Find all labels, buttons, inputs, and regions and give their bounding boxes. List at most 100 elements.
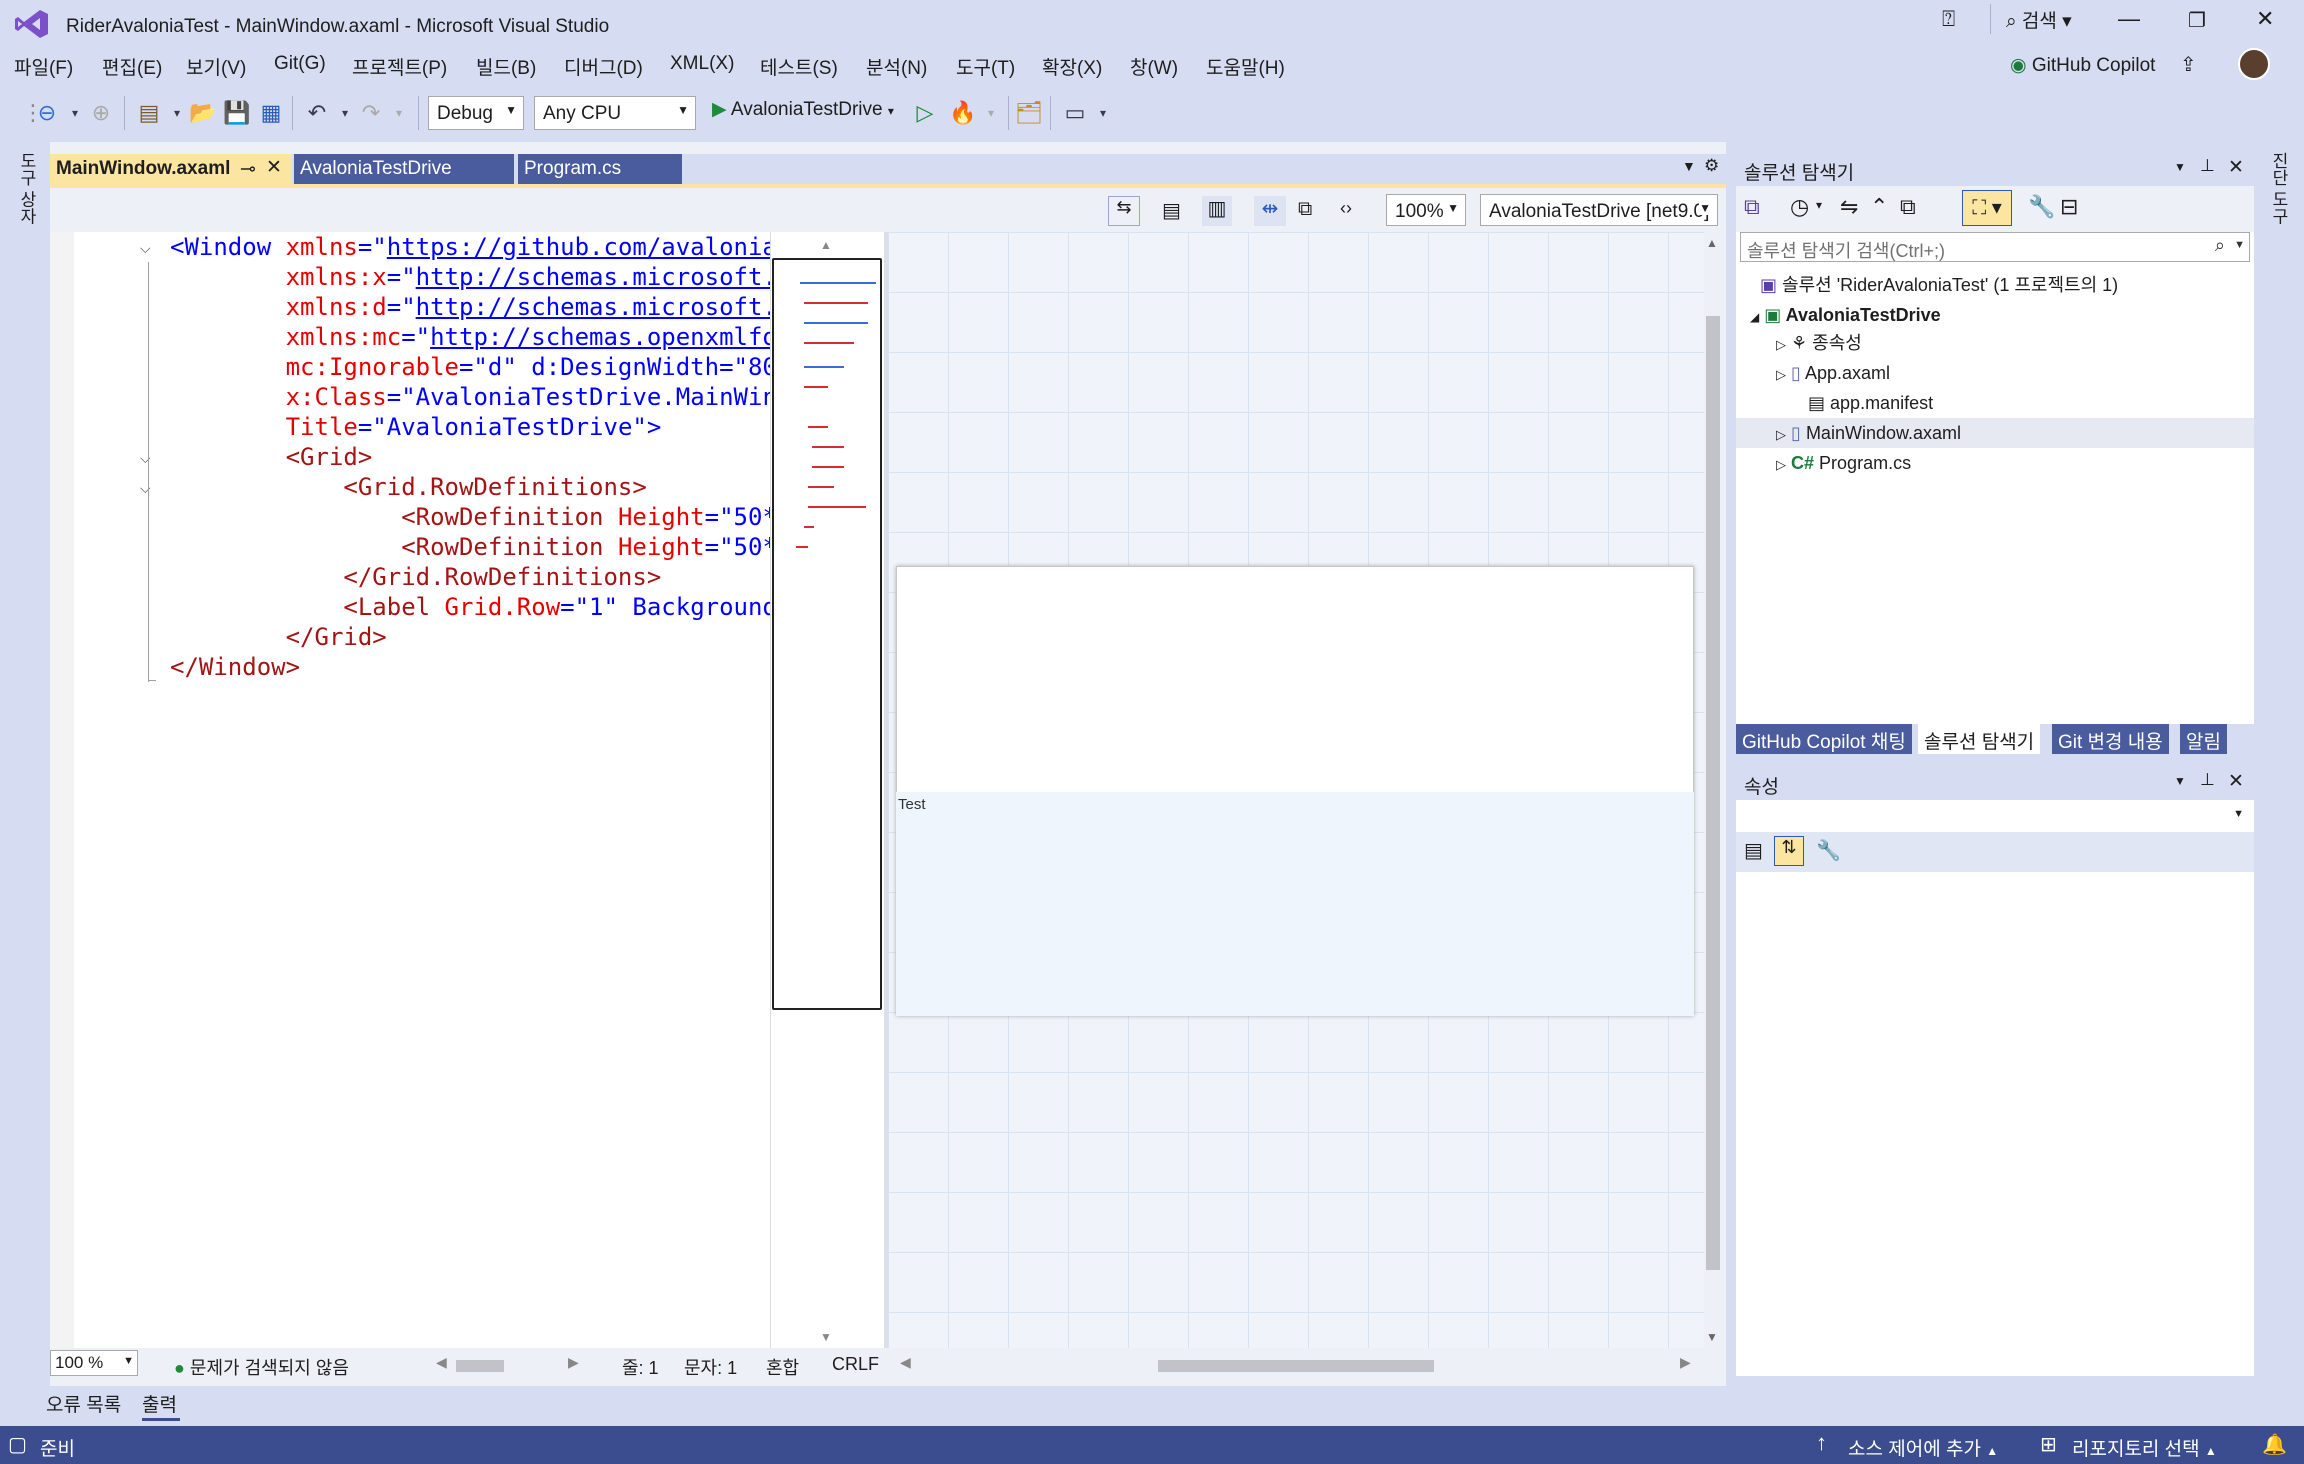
tree-item-app-axaml[interactable]: ▷ ▯ App.axaml xyxy=(1776,358,1890,388)
menu-git[interactable]: Git(G) xyxy=(274,53,326,75)
avatar[interactable] xyxy=(2238,48,2270,80)
chevron-down-icon[interactable]: ▾ xyxy=(1816,198,1822,212)
code-token[interactable]: http://schemas.openxmlfor xyxy=(430,323,791,351)
tab-settings-icon[interactable]: ⚙ xyxy=(1704,156,1719,176)
pin-icon[interactable]: ⊥ xyxy=(2200,770,2215,790)
fold-rowdefs-icon[interactable]: ⌵ xyxy=(140,480,151,497)
tree-project-node[interactable]: ◢ ▣ AvaloniaTestDrive xyxy=(1750,300,1941,330)
design-only-icon[interactable]: ⧉ xyxy=(1298,198,1312,221)
solution-search-input[interactable]: 솔루션 탐색기 검색(Ctrl+;) ⌕ ▼ xyxy=(1740,232,2250,262)
code-token[interactable]: http://schemas.microsoft.c xyxy=(416,263,792,291)
target-framework-select[interactable]: AvaloniaTestDrive [net9.0] ▼ xyxy=(1480,194,1718,226)
scroll-up-icon[interactable]: ▲ xyxy=(1706,236,1718,250)
notifications-bell-icon[interactable]: 🔔 xyxy=(2262,1432,2287,1457)
panel-options-icon[interactable]: ▼ xyxy=(2174,774,2186,788)
configuration-select[interactable]: Debug ▼ xyxy=(428,96,524,130)
tree-item-mainwindow-axaml[interactable]: ▷ ▯ MainWindow.axaml xyxy=(1776,418,1961,448)
menu-test[interactable]: 테스트(S) xyxy=(760,53,838,80)
tab-solution-explorer[interactable]: 솔루션 탐색기 xyxy=(1918,724,2041,754)
designer-vscroll-thumb[interactable] xyxy=(1706,316,1720,1270)
tab-list-dropdown-icon[interactable]: ▼ xyxy=(1682,158,1696,174)
swap-panes-icon[interactable]: ⇆ xyxy=(1108,196,1140,226)
pending-changes-icon[interactable]: ◷ xyxy=(1790,194,1809,220)
properties-object-select[interactable]: ▼ xyxy=(1736,800,2254,832)
issues-indicator[interactable]: ● 문제가 검색되지 않음 xyxy=(174,1354,349,1380)
forward-icon[interactable]: ⊕ xyxy=(86,98,116,128)
collapse-all-icon[interactable]: ⌃ xyxy=(1870,194,1888,220)
tab-output[interactable]: 출력 xyxy=(142,1390,177,1417)
menu-help[interactable]: 도움말(H) xyxy=(1206,53,1285,80)
column-indicator[interactable]: 문자: 1 xyxy=(684,1354,737,1380)
close-tab-icon[interactable]: ✕ xyxy=(266,156,282,179)
save-all-icon[interactable]: ▦ xyxy=(256,98,286,128)
redo-icon[interactable]: ↷ xyxy=(356,98,386,128)
diagnostics-side-tab[interactable]: 진단 도구 xyxy=(2266,152,2291,225)
switch-views-icon[interactable]: ⧉ xyxy=(1744,194,1760,220)
tab-mainwindow-axaml[interactable]: MainWindow.axaml ⊸ ✕ xyxy=(50,154,292,184)
line-indicator[interactable]: 줄: 1 xyxy=(622,1354,659,1380)
minimize-button[interactable]: — xyxy=(2118,6,2140,32)
filter-icon[interactable]: ⛶ ▾ xyxy=(1962,190,2012,226)
alphabetical-icon[interactable]: ⇅ xyxy=(1774,836,1804,866)
menu-debug[interactable]: 디버그(D) xyxy=(564,53,643,80)
menu-edit[interactable]: 편집(E) xyxy=(102,53,162,80)
designer-hscroll-thumb[interactable] xyxy=(1158,1360,1434,1372)
layout-icon[interactable]: ▭ xyxy=(1060,98,1090,128)
hot-reload-dropdown-icon[interactable]: ▾ xyxy=(976,98,1006,128)
feedback-icon[interactable]: ⍰ xyxy=(1942,6,1955,32)
scroll-down-icon[interactable]: ▼ xyxy=(1706,1330,1718,1344)
toolbox-side-tab[interactable]: 도구 상자 xyxy=(14,152,39,225)
hscroll-right-icon[interactable]: ▶ xyxy=(568,1354,579,1371)
editor-hscroll-thumb[interactable] xyxy=(456,1360,504,1372)
hscroll-left-icon[interactable]: ◀ xyxy=(436,1354,447,1371)
close-panel-icon[interactable]: ✕ xyxy=(2228,156,2244,179)
tab-git-changes[interactable]: Git 변경 내용 xyxy=(2052,724,2169,754)
menu-analyze[interactable]: 분석(N) xyxy=(866,53,927,80)
line-ending-indicator[interactable]: CRLF xyxy=(832,1354,879,1375)
tab-avaloniatestdrive[interactable]: AvaloniaTestDrive xyxy=(294,154,514,184)
fold-grid-icon[interactable]: ⌵ xyxy=(140,450,151,467)
menu-tools[interactable]: 도구(T) xyxy=(956,53,1015,80)
menu-view[interactable]: 보기(V) xyxy=(186,53,246,80)
minimap-scroll-up-icon[interactable]: ▲ xyxy=(820,238,832,252)
split-view-icon[interactable]: ⇹ xyxy=(1254,196,1286,226)
redo-dropdown-icon[interactable]: ▾ xyxy=(384,98,414,128)
hot-reload-icon[interactable]: 🔥 xyxy=(948,98,978,128)
select-repository-button[interactable]: 리포지토리 선택 ▲ xyxy=(2072,1434,2217,1461)
minimap-viewport[interactable] xyxy=(772,258,882,1010)
preview-label-row[interactable] xyxy=(896,792,1694,1016)
tab-error-list[interactable]: 오류 목록 xyxy=(46,1390,121,1417)
close-button[interactable]: ✕ xyxy=(2256,6,2274,32)
horizontal-split-icon[interactable]: ▤ xyxy=(1162,198,1181,223)
start-debug-button[interactable]: ▶ AvaloniaTestDrive ▾ xyxy=(712,98,894,121)
fold-window-icon[interactable]: ⌵ xyxy=(140,240,151,257)
tab-notifications[interactable]: 알림 xyxy=(2180,724,2227,754)
start-without-debug-icon[interactable]: ▷ xyxy=(910,98,940,128)
preview-icon[interactable]: ⊟ xyxy=(2060,194,2078,220)
panel-options-icon[interactable]: ▼ xyxy=(2174,160,2186,174)
platform-select[interactable]: Any CPU ▼ xyxy=(534,96,696,130)
menu-extensions[interactable]: 확장(X) xyxy=(1042,53,1102,80)
code-token[interactable]: https://github.com/avaloniau xyxy=(387,233,792,261)
code-only-icon[interactable]: ‹› xyxy=(1340,198,1352,219)
code-token[interactable]: http://schemas.microsoft.c xyxy=(416,293,792,321)
tab-program-cs[interactable]: Program.cs xyxy=(518,154,682,184)
open-folder-icon[interactable]: 📂 xyxy=(188,98,218,128)
menu-project[interactable]: 프로젝트(P) xyxy=(352,53,447,80)
pin-icon[interactable]: ⊸ xyxy=(240,158,256,181)
copilot-button[interactable]: ◉ GitHub Copilot xyxy=(2010,54,2155,77)
share-icon[interactable]: ⇪ xyxy=(2180,52,2197,77)
properties-icon[interactable]: 🔧 xyxy=(2028,194,2055,220)
pin-icon[interactable]: ⊥ xyxy=(2200,156,2215,176)
menu-xml[interactable]: XML(X) xyxy=(670,53,734,75)
browse-folder-icon[interactable]: 🗂 xyxy=(1014,98,1044,128)
designer-hscroll-left-icon[interactable]: ◀ xyxy=(900,1354,911,1371)
menu-build[interactable]: 빌드(B) xyxy=(476,53,536,80)
tab-copilot-chat[interactable]: GitHub Copilot 채팅 xyxy=(1736,724,1912,754)
designer-hscroll-right-icon[interactable]: ▶ xyxy=(1680,1354,1691,1371)
close-panel-icon[interactable]: ✕ xyxy=(2228,770,2244,793)
restore-button[interactable]: ❐ xyxy=(2188,8,2206,33)
tree-item-dependencies[interactable]: ▷ ⚘ 종속성 xyxy=(1776,328,1862,358)
new-project-icon[interactable]: ▤ xyxy=(134,98,164,128)
whitespace-mode-indicator[interactable]: 혼합 xyxy=(766,1354,799,1380)
